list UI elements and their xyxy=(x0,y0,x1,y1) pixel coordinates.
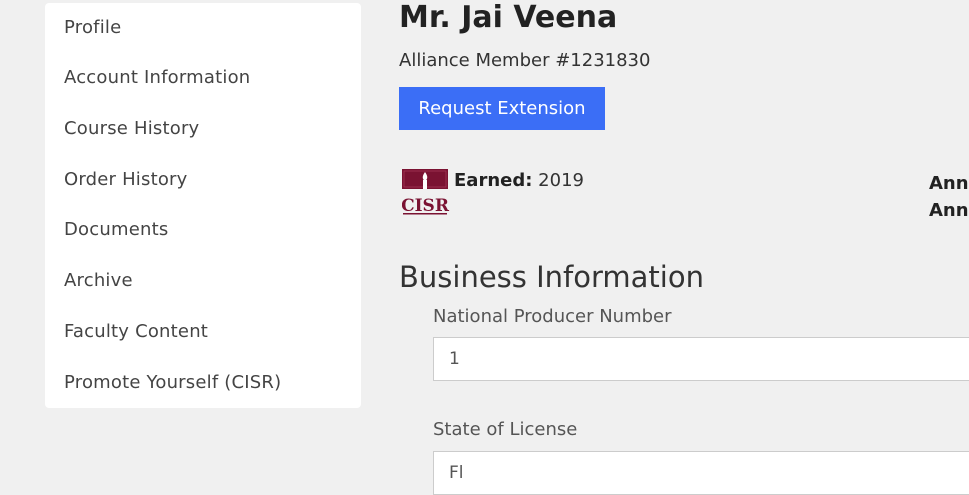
page-title: Mr. Jai Veena xyxy=(399,0,618,35)
detail-label: Ann xyxy=(929,173,969,194)
sidebar-item-archive[interactable]: Archive xyxy=(64,270,133,291)
detail-label: Ann xyxy=(929,200,969,221)
sidebar-item-faculty-content[interactable]: Faculty Content xyxy=(64,321,208,342)
designation-details-column: Ann Ann xyxy=(929,170,969,224)
request-extension-button[interactable]: Request Extension xyxy=(399,87,605,130)
cisr-logo: CISR xyxy=(402,169,450,216)
earned-info: Earned: 2019 xyxy=(454,170,584,191)
national-producer-number-label: National Producer Number xyxy=(433,306,672,327)
sidebar-item-account-information[interactable]: Account Information xyxy=(64,67,250,88)
national-producer-number-input[interactable] xyxy=(433,337,969,381)
sidebar-item-course-history[interactable]: Course History xyxy=(64,118,199,139)
member-number: Alliance Member #1231830 xyxy=(399,50,651,71)
sidebar-nav: Profile Account Information Course Histo… xyxy=(45,3,361,408)
earned-label: Earned: xyxy=(454,170,533,191)
state-of-license-input[interactable] xyxy=(433,451,969,495)
sidebar-item-promote-yourself[interactable]: Promote Yourself (CISR) xyxy=(64,372,281,393)
sidebar-item-order-history[interactable]: Order History xyxy=(64,169,188,190)
sidebar-item-profile[interactable]: Profile xyxy=(64,17,121,38)
earned-year: 2019 xyxy=(538,170,584,191)
state-of-license-label: State of License xyxy=(433,419,578,440)
sidebar-item-documents[interactable]: Documents xyxy=(64,219,168,240)
section-title-business-information: Business Information xyxy=(399,260,704,294)
